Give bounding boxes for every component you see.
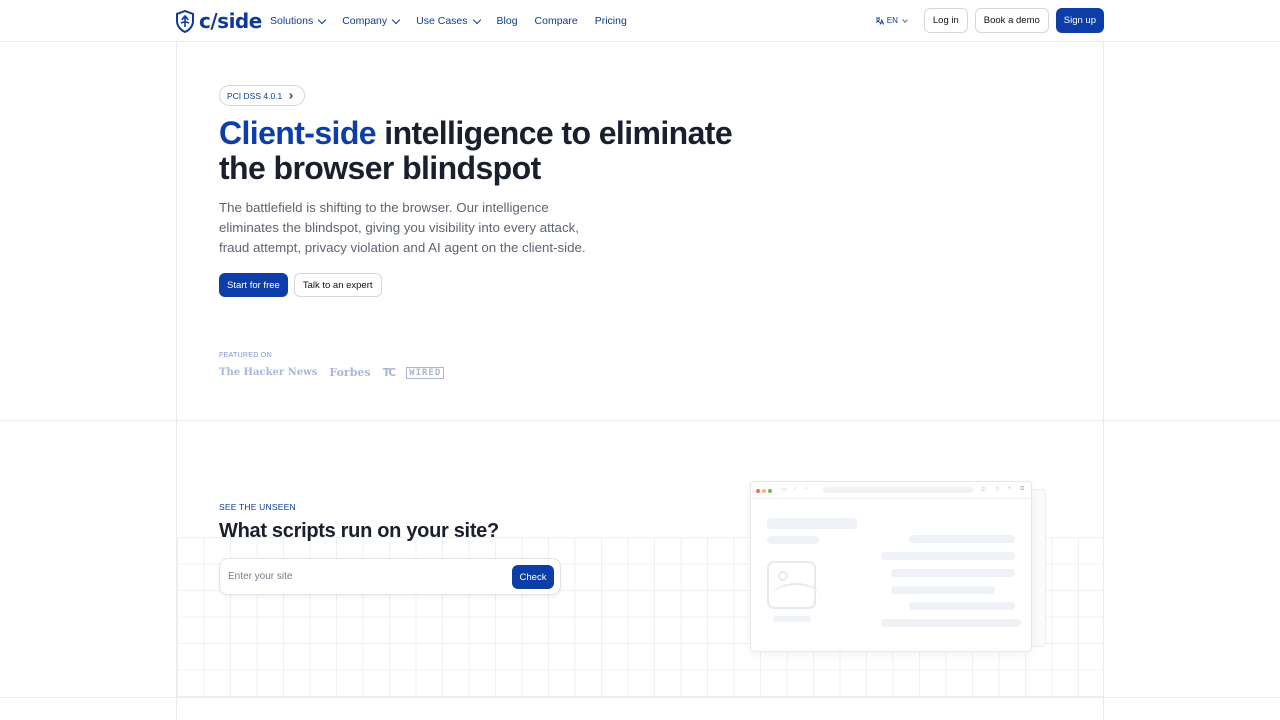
browser-mock-toolbar: ▭ ‹ › ⊙ ⇧ + ⧉ (751, 482, 1031, 499)
hero-title: Client-side intelligence to eliminate th… (219, 116, 739, 186)
skeleton-line (909, 535, 1015, 543)
forbes-logo: Forbes (329, 366, 371, 379)
section-divider (0, 420, 1280, 421)
chevron-down-icon (317, 15, 327, 24)
talk-expert-button[interactable]: Talk to an expert (293, 273, 382, 297)
image-placeholder-icon (767, 561, 821, 609)
nav-use-cases-label: Use Cases (416, 15, 468, 27)
browser-mock-illustration: ▭ ‹ › ⊙ ⇧ + ⧉ (750, 481, 1032, 652)
share-icon: ⇧ (995, 487, 1001, 493)
check-button[interactable]: Check (512, 565, 554, 589)
wired-logo: WIRED (406, 366, 445, 379)
plus-icon: + (1008, 486, 1012, 492)
maximize-dot-icon (768, 489, 772, 493)
header-actions: EN Log in Book a demo Sign up (875, 8, 1104, 33)
site-url-input[interactable] (228, 567, 498, 586)
featured-on-label: FEATURED ON (219, 352, 272, 359)
hacker-news-logo: The Hacker News (219, 367, 318, 378)
main-nav: Solutions Company Use Cases Blog Compare… (270, 0, 627, 42)
skeleton-line (909, 602, 1015, 610)
hero-description: The battlefield is shifting to the brows… (219, 200, 586, 255)
nav-solutions-label: Solutions (270, 15, 314, 27)
chevron-right-icon (287, 92, 294, 99)
featured-logos: The Hacker News Forbes TC WIRED (219, 366, 445, 379)
skeleton-line (891, 569, 1015, 577)
skeleton-line (881, 552, 1015, 560)
login-button[interactable]: Log in (923, 8, 968, 33)
hero-actions: Start for free Talk to an expert (219, 273, 382, 297)
hero-title-accent: Client-side (219, 115, 377, 151)
chevron-down-icon (391, 15, 401, 24)
pci-badge[interactable]: PCI DSS 4.0.1 (219, 85, 306, 106)
nav-blog[interactable]: Blog (497, 15, 518, 27)
forward-arrow-icon: › (805, 486, 807, 492)
brand-name: c/side (199, 9, 262, 33)
nav-use-cases[interactable]: Use Cases (416, 15, 481, 27)
skeleton-line (891, 586, 995, 594)
signup-button[interactable]: Sign up (1055, 8, 1104, 33)
section-divider-bottom (0, 697, 1280, 698)
nav-company-label: Company (342, 15, 388, 27)
frame-right-line (1103, 42, 1104, 720)
techcrunch-logo: TC (382, 366, 397, 379)
skeleton-caption (773, 616, 811, 622)
language-selector[interactable]: EN (875, 16, 908, 25)
site-scan-form: Check (219, 558, 561, 595)
book-demo-button[interactable]: Book a demo (974, 8, 1049, 33)
tabs-icon: ⧉ (1020, 486, 1025, 492)
nav-company[interactable]: Company (342, 15, 401, 27)
nav-solutions[interactable]: Solutions (270, 15, 327, 27)
pci-badge-label: PCI DSS 4.0.1 (227, 90, 283, 101)
site-header: c/side Solutions Company Use Cases Blog … (0, 0, 1280, 42)
brand-logo[interactable]: c/side (175, 9, 262, 33)
start-free-button[interactable]: Start for free (219, 273, 288, 297)
shield-logo-icon (176, 9, 194, 33)
skeleton-heading (767, 518, 857, 529)
address-bar (823, 487, 973, 493)
chevron-down-icon (472, 15, 481, 24)
back-arrow-icon: ‹ (794, 486, 796, 492)
shield-icon: ⊙ (981, 487, 987, 493)
nav-pricing[interactable]: Pricing (595, 15, 627, 27)
skeleton-subheading (767, 536, 819, 544)
minimize-dot-icon (762, 489, 766, 493)
section-eyebrow: SEE THE UNSEEN (219, 502, 296, 512)
section-title: What scripts run on your site? (219, 520, 499, 542)
translate-icon (875, 17, 884, 25)
nav-compare[interactable]: Compare (535, 15, 578, 27)
sidebar-toggle-icon: ▭ (781, 487, 787, 493)
skeleton-line (881, 619, 1021, 627)
close-dot-icon (756, 489, 760, 493)
language-label: EN (886, 16, 898, 25)
chevron-down-icon (902, 16, 908, 23)
